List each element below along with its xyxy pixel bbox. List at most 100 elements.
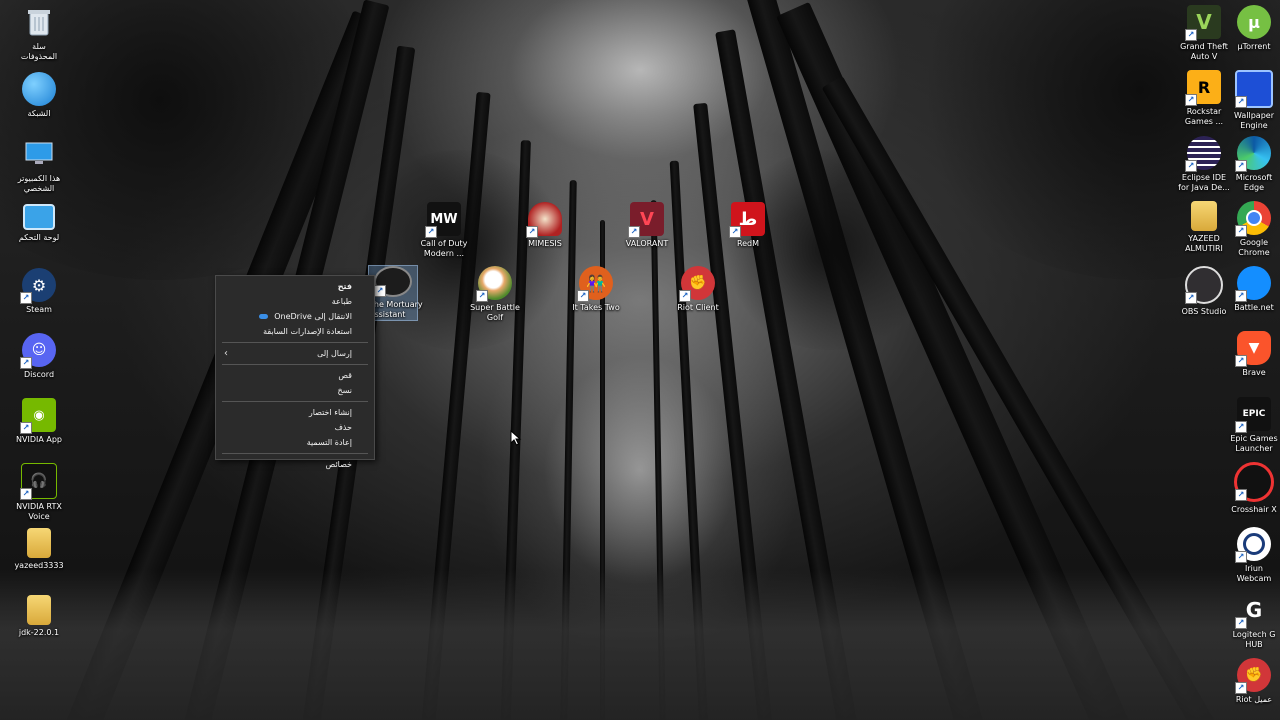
icon-label: Steam [26,305,52,314]
zip-folder-icon [27,595,51,625]
riot-shortcut[interactable]: ✊ ↗ Riot عميل [1220,658,1280,705]
utorrent-shortcut[interactable]: µ µTorrent [1220,5,1280,52]
mortuary-assistant-shortcut[interactable]: ↗ The Mortuary Assistant [368,265,423,321]
icon-label: الشبكة [27,109,51,118]
control-panel-shortcut[interactable]: لوحة التحكم [5,204,73,243]
cod-glyph: MW [430,211,458,227]
obs-icon: ↗ [1185,266,1223,304]
battlenet-shortcut[interactable]: ↗ Battle.net [1220,266,1280,313]
chrome-icon: ↗ [1235,201,1271,237]
menu-item-move-onedrive[interactable]: الانتقال إلى OneDrive [216,309,374,324]
icon-label: VALORANT [625,239,669,248]
user-folder-icon [1191,201,1217,231]
forest-wallpaper [0,0,1280,720]
icon-label: Super Battle Golf [470,303,520,322]
logitech-ghub-shortcut[interactable]: G ↗ Logitech G HUB [1220,593,1280,650]
recycle-bin-icon [22,5,56,39]
valorant-icon: V ↗ [628,202,664,238]
icon-label: Epic Games Launcher [1230,434,1278,453]
control-panel-icon [23,204,55,230]
this-pc-shortcut[interactable]: هذا الكمبيوتر الشخصي [5,137,73,194]
cod-mw-shortcut[interactable]: MW ↗ Call of Duty Modern ... [410,202,478,259]
riot-icon: ✊ ↗ [1235,658,1271,694]
icon-label: Crosshair X [1231,505,1277,514]
utorrent-icon: µ [1237,5,1271,39]
menu-item-send-to[interactable]: إرسال إلى ‹ [216,346,374,361]
valorant-shortcut[interactable]: V ↗ VALORANT [613,202,681,249]
menu-item-create-shortcut[interactable]: إنشاء اختصار [216,405,374,420]
golf-icon: ↗ [476,266,512,302]
menu-item-copy[interactable]: نسخ [216,383,374,398]
mimesis-shortcut[interactable]: ↗ MIMESIS [511,202,579,249]
network-shortcut[interactable]: الشبكة [5,72,73,119]
nvidia-app-shortcut[interactable]: ◉ ↗ NVIDIA App [5,398,73,445]
icon-label: Brave [1242,368,1266,377]
mimesis-icon: ↗ [526,202,562,238]
menu-item-move-onedrive-label: الانتقال إلى OneDrive [274,312,352,321]
discord-icon: ☺ ↗ [20,333,56,369]
epic-games-icon: EPIC ↗ [1235,397,1271,433]
menu-item-properties[interactable]: خصائص [216,457,374,472]
wallpaper-engine-shortcut[interactable]: ↗ Wallpaper Engine [1220,70,1280,131]
jdk-folder[interactable]: jdk-22.0.1 [5,595,73,638]
menu-separator [222,364,368,365]
gta-v-icon: V ↗ [1185,5,1221,41]
mortuary-assistant-icon: ↗ [374,266,412,297]
icon-label: Call of Duty Modern ... [420,239,468,258]
riot-client-shortcut[interactable]: ✊ ↗ Riot Client [664,266,732,313]
menu-item-delete[interactable]: حذف [216,420,374,435]
logitech-icon: G ↗ [1235,593,1271,629]
webcam-icon: ↗ [1235,527,1271,563]
brave-icon: ▼ ↗ [1235,331,1271,367]
menu-separator [222,401,368,402]
icon-label: RedM [736,239,760,248]
menu-item-print[interactable]: طباعة [216,294,374,309]
context-menu: فتح طباعة الانتقال إلى OneDrive استعادة … [215,275,375,469]
icon-label: Google Chrome [1238,238,1270,257]
steam-icon: ⚙ ↗ [20,268,56,304]
wallpaper-engine-icon: ↗ [1235,70,1273,108]
discord-shortcut[interactable]: ☺ ↗ Discord [5,333,73,380]
menu-item-restore-versions[interactable]: استعادة الإصدارات السابقة [216,324,374,339]
redm-glyph: ط [738,208,758,230]
brave-shortcut[interactable]: ▼ ↗ Brave [1220,331,1280,378]
icon-label: µTorrent [1237,42,1271,51]
recycle-bin-shortcut[interactable]: سلة المحذوفات [5,5,73,62]
icon-label: YAZEED ALMUTIRI [1185,234,1223,253]
menu-separator [222,342,368,343]
icon-label: Discord [23,370,55,379]
crosshair-x-shortcut[interactable]: ↗ Crosshair X [1220,462,1280,515]
yazeed3333-folder[interactable]: yazeed3333 [5,528,73,571]
steam-shortcut[interactable]: ⚙ ↗ Steam [5,268,73,315]
zip-folder-icon [27,528,51,558]
menu-item-open[interactable]: فتح [216,279,374,294]
menu-item-cut[interactable]: قص [216,368,374,383]
icon-label: Iriun Webcam [1236,564,1272,583]
icon-label: Wallpaper Engine [1233,111,1274,130]
it-takes-two-shortcut[interactable]: 👫 ↗ It Takes Two [562,266,630,313]
eclipse-icon: ↗ [1185,136,1221,172]
riot-client-icon: ✊ ↗ [679,266,715,302]
edge-shortcut[interactable]: ↗ Microsoft Edge [1220,136,1280,193]
menu-item-rename[interactable]: إعادة التسمية [216,435,374,450]
icon-label: Riot Client [677,303,719,312]
icon-label: Battle.net [1234,303,1274,312]
epic-games-shortcut[interactable]: EPIC ↗ Epic Games Launcher [1220,397,1280,454]
icon-label: لوحة التحكم [18,233,60,242]
nvidia-rtx-voice-shortcut[interactable]: 🎧 ↗ NVIDIA RTX Voice [5,463,73,522]
icon-label: yazeed3333 [14,561,64,570]
iriun-webcam-shortcut[interactable]: ↗ Iriun Webcam [1220,527,1280,584]
icon-label: سلة المحذوفات [20,42,58,61]
super-battle-golf-shortcut[interactable]: ↗ Super Battle Golf [461,266,529,323]
chrome-shortcut[interactable]: ↗ Google Chrome [1220,201,1280,258]
icon-label: NVIDIA RTX Voice [16,502,62,521]
mouse-cursor-icon [510,429,522,446]
nvidia-icon: ◉ ↗ [20,398,56,434]
onedrive-cloud-icon [259,314,269,319]
battlenet-icon: ↗ [1235,266,1271,302]
icon-label: jdk-22.0.1 [18,628,60,637]
icon-label: Logitech G HUB [1232,630,1276,649]
icon-label: هذا الكمبيوتر الشخصي [17,174,61,193]
cod-mw-icon: MW ↗ [425,202,461,238]
redm-shortcut[interactable]: ط ↗ RedM [714,202,782,249]
